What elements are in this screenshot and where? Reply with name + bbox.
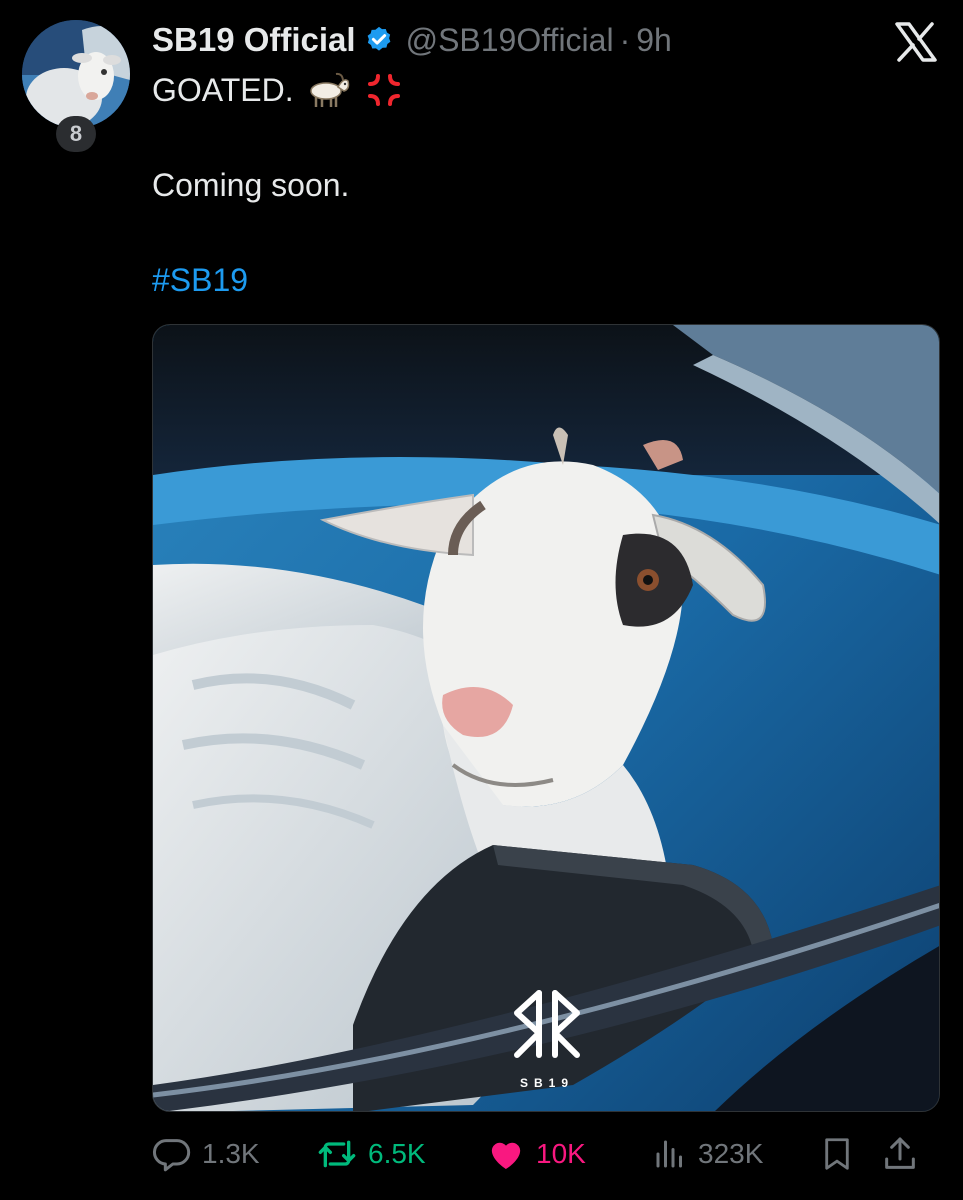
tweet-text-goated: GOATED.: [152, 72, 294, 108]
reply-button[interactable]: 1.3K: [152, 1132, 260, 1176]
sb19-logo-text: SB19: [520, 1076, 574, 1090]
post-time[interactable]: 9h: [636, 22, 672, 59]
goat-emoji-icon: [306, 71, 352, 109]
avatar[interactable]: [22, 20, 130, 128]
post-media-image[interactable]: SB19: [152, 324, 940, 1112]
post-header: SB19 Official @SB19Official · 9h: [152, 18, 672, 62]
x-logo-icon: [895, 22, 937, 62]
views-count: 323K: [698, 1138, 764, 1169]
avatar-image: [22, 20, 130, 128]
share-button[interactable]: [880, 1132, 920, 1176]
user-handle[interactable]: @SB19Official: [406, 22, 614, 59]
repost-button[interactable]: 6.5K: [316, 1132, 426, 1176]
like-count: 10K: [536, 1138, 586, 1169]
repost-count: 6.5K: [368, 1138, 426, 1169]
goat-in-car-photo: SB19: [153, 325, 939, 1111]
avatar-badge: 8: [56, 116, 96, 152]
repost-icon: [318, 1140, 356, 1168]
reply-count: 1.3K: [202, 1138, 260, 1169]
tweet-text-line2: Coming soon.: [152, 167, 350, 203]
display-name[interactable]: SB19 Official: [152, 21, 356, 59]
views-icon: [656, 1140, 682, 1168]
bookmark-button[interactable]: [818, 1132, 856, 1176]
bookmark-icon: [825, 1138, 849, 1170]
reply-icon: [152, 1139, 191, 1172]
heart-icon: [491, 1142, 521, 1169]
hashtag-link[interactable]: #SB19: [152, 260, 248, 300]
anger-symbol-emoji-icon: [364, 70, 404, 110]
verified-badge-icon: [364, 25, 394, 55]
tweet-text-line1: GOATED.: [152, 70, 404, 110]
post-actions: 1.3K 6.5K 10K 323K: [152, 1132, 940, 1176]
separator-dot: ·: [619, 21, 631, 58]
views-button[interactable]: 323K: [652, 1132, 763, 1176]
share-icon: [885, 1137, 915, 1169]
like-button[interactable]: 10K: [486, 1132, 586, 1176]
